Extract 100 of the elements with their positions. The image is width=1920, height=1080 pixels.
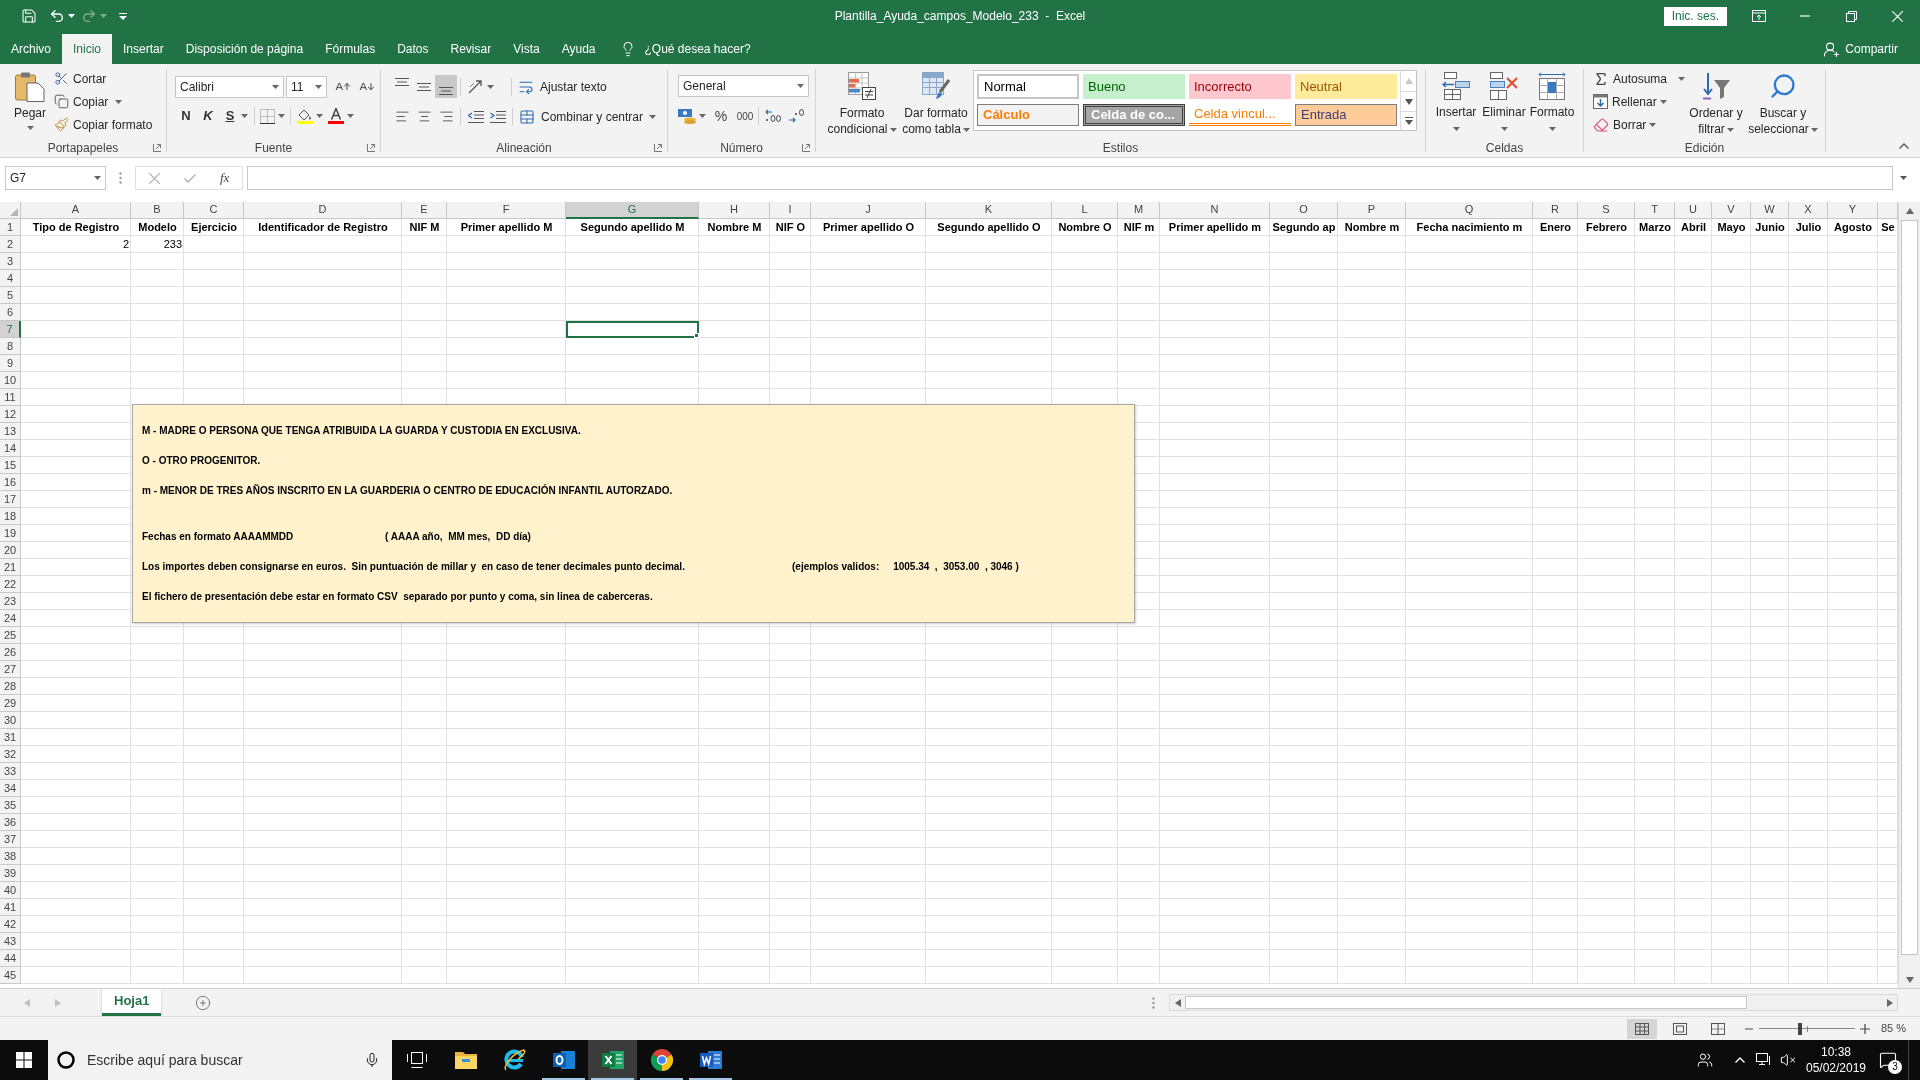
row-header[interactable]: 9 — [0, 355, 21, 372]
row-header[interactable]: 25 — [0, 627, 21, 644]
normal-view-button[interactable] — [1626, 1018, 1657, 1039]
column-header[interactable]: W — [1751, 202, 1789, 219]
column-header[interactable]: A — [21, 202, 131, 219]
cell-style[interactable]: Bueno — [1083, 74, 1185, 99]
row-header[interactable]: 14 — [0, 440, 21, 457]
ribbon-tab[interactable]: Ayuda — [550, 34, 607, 64]
row-header[interactable]: 4 — [0, 270, 21, 287]
fill-handle[interactable] — [694, 333, 699, 338]
row-header[interactable]: 1 — [0, 219, 21, 236]
column-header[interactable]: F — [447, 202, 566, 219]
vertical-scrollbar[interactable] — [1898, 202, 1920, 988]
delete-button[interactable]: Eliminar — [1481, 64, 1527, 131]
row-header[interactable]: 18 — [0, 508, 21, 525]
clear-button[interactable]: Borrar — [1593, 115, 1647, 134]
row-header[interactable]: 7 — [0, 321, 21, 338]
row-header[interactable]: 16 — [0, 474, 21, 491]
conditional-format-button[interactable]: Formato condicional — [826, 64, 898, 137]
sheet-tab[interactable]: Hoja1 — [102, 989, 162, 1016]
format-painter-button[interactable]: Copiar formato — [53, 115, 154, 134]
column-header[interactable]: R — [1533, 202, 1578, 219]
row-header[interactable]: 24 — [0, 610, 21, 627]
column-header[interactable]: O — [1270, 202, 1338, 219]
column-header[interactable]: X — [1789, 202, 1828, 219]
search-field[interactable]: Escribe aquí para buscar — [48, 1040, 392, 1080]
row-header[interactable]: 26 — [0, 644, 21, 661]
cell-style[interactable]: Incorrecto — [1189, 74, 1291, 99]
column-header[interactable]: N — [1160, 202, 1270, 219]
row-header[interactable]: 12 — [0, 406, 21, 423]
row-header[interactable]: 39 — [0, 865, 21, 882]
paste-button[interactable]: Pegar — [8, 64, 52, 130]
row-header[interactable]: 43 — [0, 933, 21, 950]
column-header[interactable]: G — [566, 202, 699, 219]
column-header[interactable]: B — [131, 202, 184, 219]
number-format-field[interactable]: General — [678, 75, 809, 97]
italic-button[interactable]: K — [197, 105, 219, 127]
underline-button[interactable]: S — [219, 105, 241, 127]
row-header[interactable]: 44 — [0, 950, 21, 967]
column-header[interactable]: D — [244, 202, 402, 219]
row-header[interactable]: 37 — [0, 831, 21, 848]
font-color-button[interactable] — [328, 105, 354, 127]
collapse-ribbon-button[interactable] — [1897, 141, 1911, 151]
column-header[interactable]: Q — [1406, 202, 1533, 219]
zoom-slider-thumb[interactable] — [1798, 1022, 1803, 1035]
row-header[interactable]: 21 — [0, 559, 21, 576]
insert-button[interactable]: Insertar — [1433, 64, 1479, 131]
sign-in-button[interactable]: Inic. ses. — [1663, 6, 1727, 26]
ribbon-tab[interactable]: Disposición de página — [174, 34, 315, 64]
row-header[interactable]: 40 — [0, 882, 21, 899]
row-header[interactable]: 15 — [0, 457, 21, 474]
ribbon-tab[interactable]: Inicio — [62, 34, 113, 64]
fill-button[interactable]: Rellenar — [1593, 92, 1657, 111]
wrap-text-button[interactable]: Ajustar texto — [516, 75, 609, 98]
column-header[interactable]: C — [184, 202, 244, 219]
row-header[interactable]: 2 — [0, 236, 21, 253]
ribbon-tab[interactable]: Revisar — [439, 34, 503, 64]
ribbon-tab[interactable]: Archivo — [0, 34, 62, 64]
dialog-launcher-icon[interactable] — [802, 144, 810, 152]
horizontal-scrollbar[interactable] — [1169, 994, 1898, 1011]
row-header[interactable]: 8 — [0, 338, 21, 355]
dialog-launcher-icon[interactable] — [654, 144, 662, 152]
selected-cell[interactable] — [566, 321, 699, 338]
cell-style[interactable]: Neutral — [1295, 74, 1397, 99]
vertical-align-button[interactable] — [435, 75, 457, 98]
row-header[interactable]: 10 — [0, 372, 21, 389]
font-name-field[interactable]: Calibri — [175, 76, 284, 98]
ribbon-tab[interactable]: Insertar — [112, 34, 175, 64]
row-header[interactable]: 23 — [0, 593, 21, 610]
format-as-table-button[interactable]: Dar formato como tabla — [902, 64, 970, 137]
column-header[interactable]: T — [1635, 202, 1675, 219]
row-header[interactable]: 41 — [0, 899, 21, 916]
row-header[interactable]: 27 — [0, 661, 21, 678]
row-header[interactable]: 13 — [0, 423, 21, 440]
row-header[interactable]: 17 — [0, 491, 21, 508]
insert-function-button[interactable]: fx — [220, 168, 230, 188]
ribbon-tab[interactable]: Fórmulas — [314, 34, 387, 64]
dialog-launcher-icon[interactable] — [153, 144, 161, 152]
row-header[interactable]: 28 — [0, 678, 21, 695]
format-button[interactable]: Formato — [1529, 64, 1575, 131]
column-header[interactable]: J — [811, 202, 926, 219]
row-header[interactable]: 30 — [0, 712, 21, 729]
taskbar-app-button[interactable] — [588, 1040, 637, 1080]
sort-filter-button[interactable]: Ordenar y filtrar — [1687, 64, 1745, 137]
column-header[interactable]: V — [1712, 202, 1751, 219]
row-header[interactable]: 33 — [0, 763, 21, 780]
column-header[interactable]: M — [1118, 202, 1160, 219]
column-header[interactable]: L — [1052, 202, 1118, 219]
row-header[interactable]: 36 — [0, 814, 21, 831]
row-header[interactable]: 6 — [0, 304, 21, 321]
row-header[interactable]: 29 — [0, 695, 21, 712]
row-header[interactable]: 42 — [0, 916, 21, 933]
column-header[interactable]: P — [1338, 202, 1406, 219]
merge-center-button[interactable]: Combinar y centrar — [517, 105, 659, 128]
ribbon-tab[interactable]: Datos — [386, 34, 440, 64]
row-header[interactable]: 32 — [0, 746, 21, 763]
column-header[interactable]: Y — [1828, 202, 1878, 219]
row-header[interactable]: 35 — [0, 797, 21, 814]
row-header[interactable]: 5 — [0, 287, 21, 304]
row-header[interactable]: 19 — [0, 525, 21, 542]
